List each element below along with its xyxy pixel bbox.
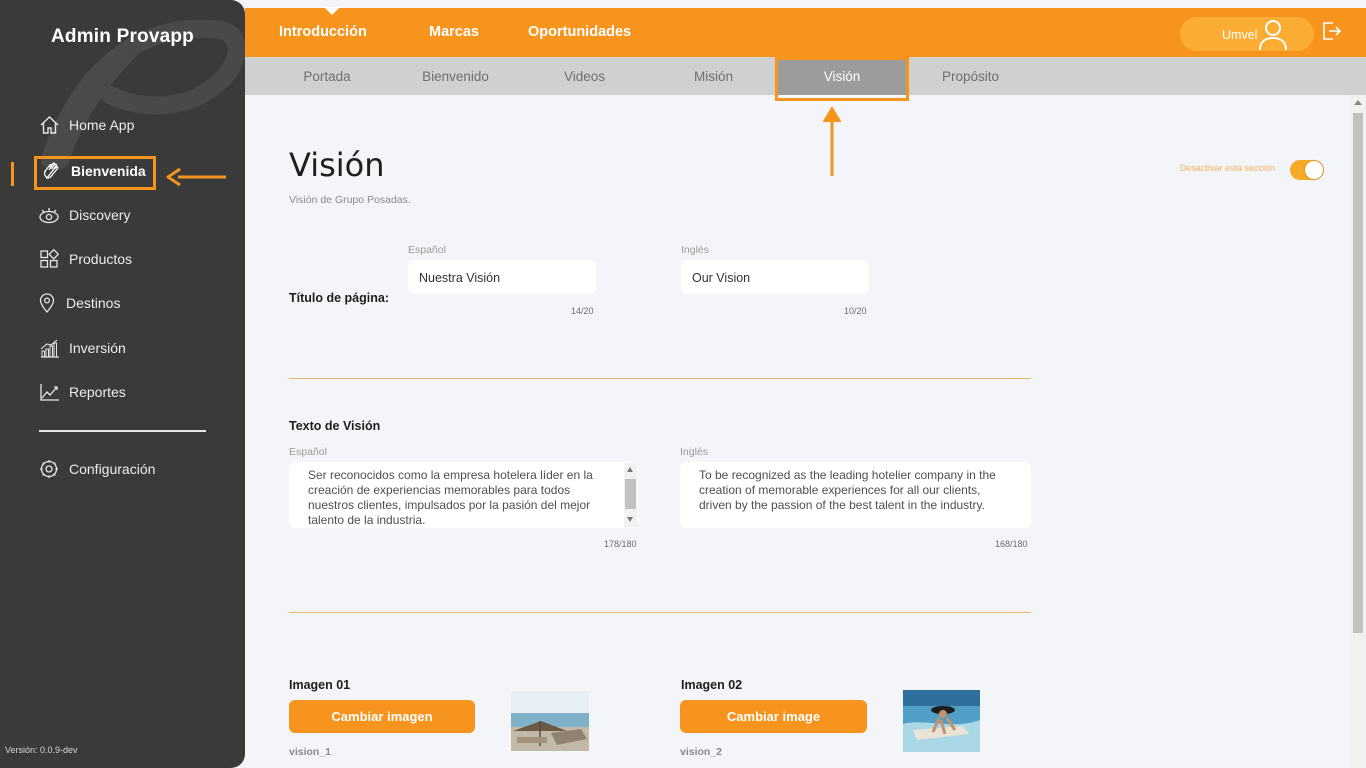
line-chart-icon [38, 381, 60, 403]
subtab-portada[interactable]: Portada [263, 57, 391, 95]
annotation-arrow-left-icon [166, 167, 226, 187]
vision-text-english-textarea[interactable]: To be recognized as the leading hotelier… [680, 462, 1031, 528]
section-divider [289, 612, 1031, 613]
tab-oportunidades[interactable]: Oportunidades [528, 24, 631, 40]
sidebar-divider [39, 430, 206, 432]
section-toggle-label: Desactivar esta sección [1180, 163, 1276, 173]
sidebar-item-label: Inversión [69, 340, 126, 356]
subtab-videos[interactable]: Videos [520, 57, 649, 95]
subtab-mision[interactable]: Misión [649, 57, 778, 95]
subtab-proposito[interactable]: Propósito [906, 57, 1035, 95]
image-01-filename: vision_1 [289, 746, 332, 758]
char-counter: 14/20 [571, 306, 594, 316]
change-image-01-button[interactable]: Cambiar imagen [289, 700, 475, 733]
image-01-label: Imagen 01 [289, 678, 351, 692]
tab-marcas[interactable]: Marcas [429, 24, 479, 40]
tab-introduccion[interactable]: Introducción [279, 24, 367, 40]
change-image-02-button[interactable]: Cambiar image [680, 700, 867, 733]
page-title-english-input[interactable]: Our Vision [681, 260, 869, 294]
location-pin-icon [38, 292, 56, 314]
eye-icon [38, 204, 60, 226]
sidebar-item-discovery[interactable]: Discovery [38, 202, 130, 228]
active-tab-notch [324, 7, 340, 15]
page-title: Visión [289, 146, 385, 184]
image-02-filename: vision_2 [680, 746, 723, 758]
logout-icon[interactable] [1322, 21, 1342, 41]
scroll-down-icon[interactable] [627, 517, 633, 522]
user-menu[interactable]: Umvel [1180, 17, 1314, 51]
scrollbar-thumb[interactable] [1353, 113, 1363, 633]
page-scrollbar[interactable] [1350, 95, 1366, 768]
sidebar-item-label: Productos [69, 251, 133, 267]
sidebar-item-label: Reportes [69, 384, 126, 400]
spanish-caption: Español [289, 446, 327, 458]
spanish-caption: Español [408, 244, 446, 256]
char-counter: 168/180 [995, 539, 1028, 549]
sidebar-item-label: Destinos [66, 295, 121, 311]
image-02-label: Imagen 02 [681, 678, 743, 692]
textarea-scrollbar[interactable] [624, 463, 637, 527]
user-avatar-icon [1259, 20, 1287, 51]
active-indicator [11, 162, 14, 186]
sidebar-item-label: Home App [69, 117, 135, 133]
page-title-spanish-input[interactable]: Nuestra Visión [408, 260, 596, 294]
version-label: Versión: 0.0.9-dev [5, 745, 78, 755]
page-title-field-label: Título de página: [289, 291, 389, 305]
page-subtitle: Visión de Grupo Posadas. [289, 194, 411, 206]
image-02-thumbnail [903, 690, 980, 752]
section-divider [289, 378, 1031, 379]
sidebar-item-home-app[interactable]: Home App [38, 112, 134, 138]
home-icon [38, 114, 60, 136]
grid-icon [38, 248, 60, 270]
english-caption: Inglés [680, 446, 709, 458]
sidebar-item-configuracion[interactable]: Configuración [38, 456, 155, 482]
char-counter: 10/20 [844, 306, 867, 316]
top-navigation-bar: Introducción Marcas Oportunidades Umvel [245, 7, 1366, 57]
vision-text-label: Texto de Visión [289, 419, 381, 433]
annotation-highlight-box [775, 57, 909, 101]
image-01-thumbnail [511, 691, 589, 751]
brand-title: Admin Provapp [50, 26, 194, 47]
sidebar-item-reportes[interactable]: Reportes [38, 379, 126, 405]
annotation-highlight-box [34, 156, 156, 190]
sidebar-item-label: Configuración [69, 461, 156, 477]
scrollbar-thumb[interactable] [625, 479, 636, 509]
english-caption: Inglés [681, 244, 710, 256]
vision-text-spanish-textarea[interactable]: Ser reconocidos como la empresa hotelera… [289, 462, 638, 528]
annotation-arrow-up-icon [822, 106, 842, 176]
subtab-bienvenido[interactable]: Bienvenido [391, 57, 520, 95]
scroll-up-icon[interactable] [627, 467, 633, 472]
sidebar-item-destinos[interactable]: Destinos [38, 290, 120, 316]
sidebar-item-productos[interactable]: Productos [38, 246, 132, 272]
sidebar-item-label: Discovery [69, 207, 131, 223]
section-toggle-switch[interactable] [1290, 160, 1324, 180]
char-counter: 178/180 [604, 539, 637, 549]
scroll-up-icon[interactable] [1354, 100, 1362, 105]
gear-icon [38, 458, 60, 480]
sidebar: Admin Provapp Home App Bienvenida Discov… [0, 0, 245, 768]
bar-chart-icon [38, 337, 60, 359]
user-name: Umvel [1222, 28, 1258, 42]
toggle-knob [1305, 161, 1323, 179]
sidebar-item-inversion[interactable]: Inversión [38, 335, 126, 361]
